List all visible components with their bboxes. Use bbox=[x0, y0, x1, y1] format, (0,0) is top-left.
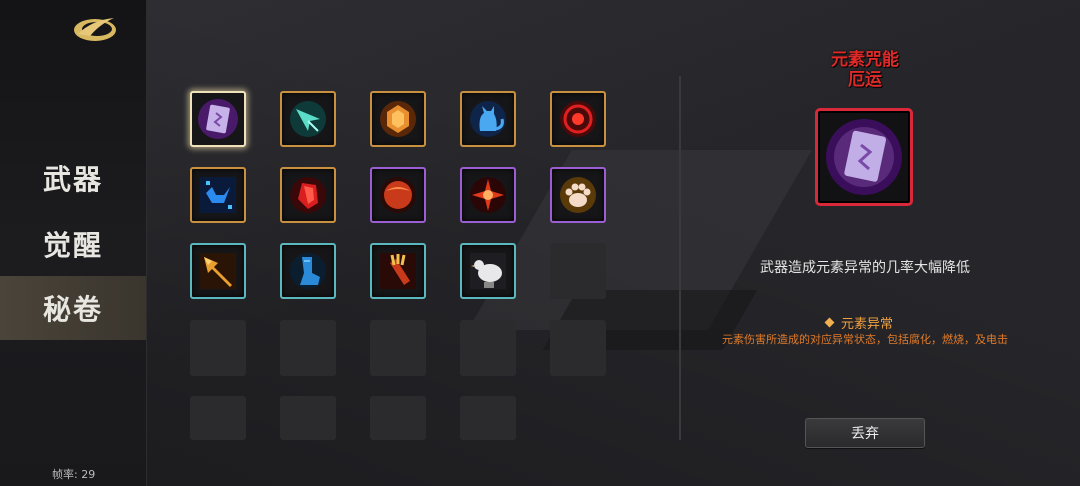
paw-icon bbox=[560, 177, 596, 213]
empty-scroll-slot[interactable] bbox=[550, 243, 606, 299]
scroll-slot-arrow-quiver[interactable] bbox=[370, 243, 426, 299]
scroll-slot-amber-gem[interactable] bbox=[370, 91, 426, 147]
empty-scroll-slot[interactable] bbox=[190, 396, 246, 440]
scroll-slot-red-star[interactable] bbox=[460, 167, 516, 223]
empty-scroll-slot[interactable] bbox=[190, 320, 246, 376]
red-shard-icon bbox=[290, 177, 326, 213]
empty-scroll-slot[interactable] bbox=[370, 396, 426, 440]
blue-cat-icon bbox=[470, 101, 506, 137]
scroll-description: 武器造成元素异常的几率大幅降低 bbox=[760, 260, 970, 276]
sidebar-item-scroll[interactable]: 秘卷 bbox=[0, 276, 146, 340]
keyword-label: 元素异常 bbox=[841, 317, 894, 332]
empty-scroll-slot[interactable] bbox=[550, 320, 606, 376]
scroll-slot-teal-arrowhead[interactable] bbox=[280, 91, 336, 147]
blue-boot-icon bbox=[290, 253, 326, 289]
keyword-heading: 元素异常 bbox=[824, 313, 894, 332]
keyword-description: 元素伤害所造成的对应异常状态，包括腐化，燃烧，及电击 bbox=[722, 333, 1008, 346]
purple-card-icon bbox=[198, 99, 238, 139]
sidebar-item-awaken[interactable]: 觉醒 bbox=[0, 212, 146, 276]
scroll-slot-red-shard[interactable] bbox=[280, 167, 336, 223]
blue-crystal-icon bbox=[200, 177, 236, 213]
scroll-slot-blue-cat[interactable] bbox=[460, 91, 516, 147]
scroll-slot-golden-arrow[interactable] bbox=[190, 243, 246, 299]
scroll-category-title: 元素咒能 bbox=[831, 50, 899, 70]
sidebar-item-weapon[interactable]: 武器 bbox=[0, 146, 146, 210]
amber-gem-icon bbox=[380, 101, 416, 137]
empty-scroll-slot[interactable] bbox=[280, 396, 336, 440]
red-rune-icon bbox=[560, 101, 596, 137]
teal-arrowhead-icon bbox=[290, 101, 326, 137]
purple-card-icon bbox=[826, 119, 902, 195]
red-orb-icon bbox=[380, 177, 416, 213]
divider bbox=[679, 76, 681, 440]
empty-scroll-slot[interactable] bbox=[280, 320, 336, 376]
empty-scroll-slot[interactable] bbox=[460, 396, 516, 440]
scroll-slot-red-orb[interactable] bbox=[370, 167, 426, 223]
diamond-bullet-icon bbox=[824, 317, 835, 328]
scroll-slot-red-rune[interactable] bbox=[550, 91, 606, 147]
game-logo-icon bbox=[74, 18, 116, 41]
empty-scroll-slot[interactable] bbox=[370, 320, 426, 376]
red-star-icon bbox=[470, 177, 506, 213]
sidebar-item-label: 武器 bbox=[42, 163, 103, 196]
fps-counter: 帧率: 29 bbox=[52, 468, 96, 481]
arrow-quiver-icon bbox=[380, 253, 416, 289]
empty-scroll-slot[interactable] bbox=[460, 320, 516, 376]
sidebar: 武器 觉醒 秘卷 帧率: 29 bbox=[0, 0, 147, 486]
sidebar-item-label: 觉醒 bbox=[42, 229, 103, 262]
sidebar-item-label: 秘卷 bbox=[42, 293, 103, 326]
scroll-slot-paw[interactable] bbox=[550, 167, 606, 223]
discard-button[interactable]: 丢弃 bbox=[805, 418, 925, 448]
scroll-slot-blue-crystal[interactable] bbox=[190, 167, 246, 223]
scroll-slot-purple-card[interactable] bbox=[190, 91, 246, 147]
golden-arrow-icon bbox=[200, 253, 236, 289]
selected-scroll-icon-frame bbox=[815, 108, 913, 206]
scroll-name-title: 厄运 bbox=[848, 70, 882, 90]
white-chicken-icon bbox=[470, 253, 506, 289]
scroll-slot-blue-boot[interactable] bbox=[280, 243, 336, 299]
scroll-slot-white-chicken[interactable] bbox=[460, 243, 516, 299]
